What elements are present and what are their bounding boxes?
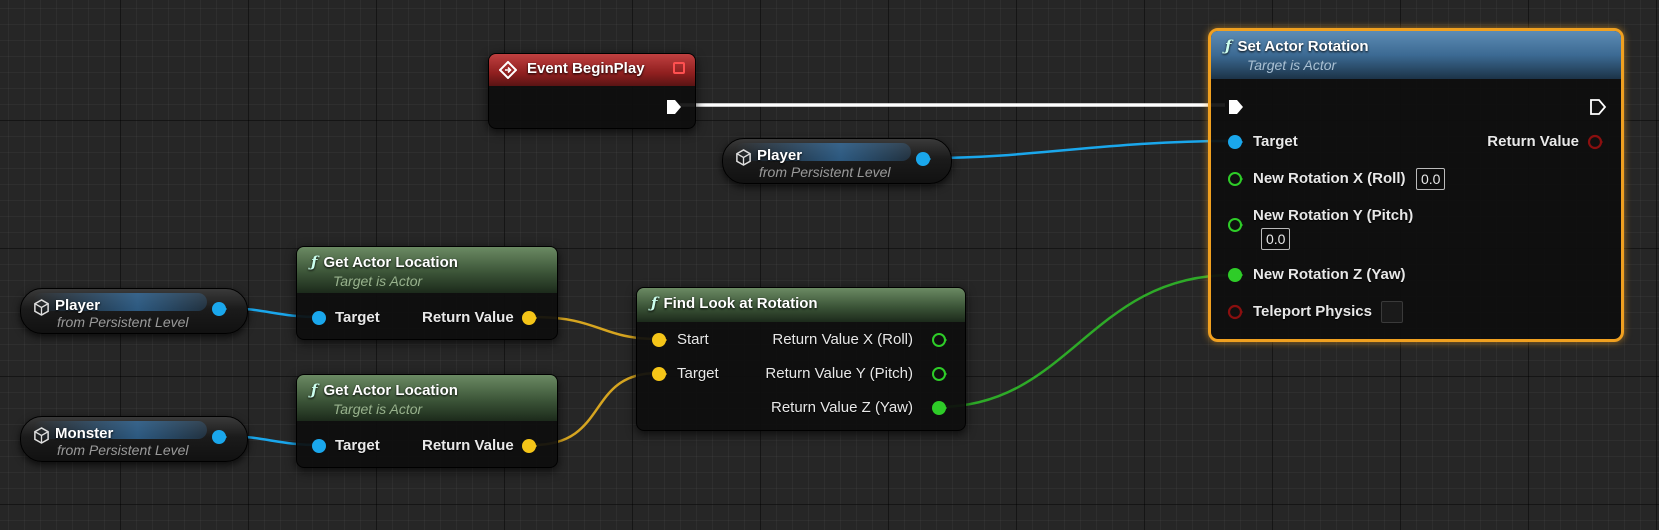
pin-label-return-y: Return Value Y (Pitch) [765,365,913,382]
node-subtitle: Target is Actor [333,273,423,289]
target-in-pin[interactable] [311,438,327,454]
pin-label-target: Target [1253,133,1298,150]
event-begin-play-node[interactable]: Event BeginPlay [488,53,696,129]
teleport-in-pin[interactable] [1227,304,1243,320]
pin-label-target: Target [677,365,719,382]
function-icon: ƒ [311,381,318,399]
monster-reference-node[interactable]: Monster from Persistent Level [20,416,248,462]
actor-subtitle: from Persistent Level [57,314,189,330]
object-out-pin[interactable] [915,151,931,167]
stop-icon[interactable] [673,62,685,74]
player-reference-node-top[interactable]: Player from Persistent Level [722,138,952,184]
object-out-pin[interactable] [211,429,227,445]
node-subtitle: Target is Actor [1247,57,1337,73]
actor-cube-icon [34,427,49,444]
wire-yaw-to-rotation-z[interactable] [937,273,1233,409]
teleport-physics-checkbox[interactable] [1381,301,1403,323]
bool-out-pin[interactable] [1587,134,1603,150]
pin-label-return: Return Value [422,309,514,326]
actor-subtitle: from Persistent Level [759,164,891,180]
node-title: Get Actor Location [323,382,458,399]
function-icon: ƒ [311,253,318,271]
pin-label-target: Target [335,309,380,326]
find-look-at-rotation-node[interactable]: ƒ Find Look at Rotation Start Target Retu… [636,287,966,431]
float-out-pin-z[interactable] [931,400,947,416]
pin-label-target: Target [335,437,380,454]
pin-label-rotation-x: New Rotation X (Roll) [1253,170,1406,187]
pin-label-return-x: Return Value X (Roll) [772,331,913,348]
rotation-y-in-pin[interactable] [1227,217,1243,233]
float-out-pin-y[interactable] [931,366,947,382]
vector-out-pin[interactable] [521,438,537,454]
actor-cube-icon [34,299,49,316]
exec-in-pin[interactable] [1227,98,1245,116]
actor-name: Player [757,147,803,164]
set-actor-rotation-node[interactable]: ƒ Set Actor Rotation Target is Actor Targ… [1208,28,1624,342]
node-title: Set Actor Rotation [1237,38,1369,55]
node-title: Get Actor Location [323,254,458,271]
pin-label-return-z: Return Value Z (Yaw) [771,399,913,416]
node-subtitle: Target is Actor [333,401,423,417]
rotation-z-in-pin[interactable] [1227,267,1243,283]
player-reference-node-left[interactable]: Player from Persistent Level [20,288,248,334]
start-in-pin[interactable] [651,332,667,348]
actor-name: Monster [55,425,114,442]
node-header: ƒ Find Look at Rotation [637,288,965,322]
float-out-pin-x[interactable] [931,332,947,348]
wire-player-to-set-target[interactable] [932,139,1231,160]
node-title: Find Look at Rotation [663,295,818,312]
node-title: Event BeginPlay [527,60,645,77]
actor-subtitle: from Persistent Level [57,442,189,458]
node-header: ƒ Get Actor Location Target is Actor [297,247,557,293]
pin-label-rotation-z: New Rotation Z (Yaw) [1253,266,1406,283]
get-actor-location-node-2[interactable]: ƒ Get Actor Location Target is Actor Targ… [296,374,558,468]
pin-label-teleport-physics: Teleport Physics [1253,303,1372,320]
pin-label-return: Return Value [422,437,514,454]
actor-name: Player [55,297,101,314]
actor-cube-icon [736,149,751,166]
target-in-pin[interactable] [1227,134,1243,150]
node-header: Event BeginPlay [489,54,695,86]
exec-out-pin[interactable] [1589,98,1607,116]
node-header: ƒ Get Actor Location Target is Actor [297,375,557,421]
event-diamond-icon [499,61,517,79]
rotation-y-value-field[interactable]: 0.0 [1261,228,1291,250]
vector-out-pin[interactable] [521,310,537,326]
exec-out-pin[interactable] [665,98,683,116]
target-in-pin[interactable] [651,366,667,382]
get-actor-location-node-1[interactable]: ƒ Get Actor Location Target is Actor Targ… [296,246,558,340]
target-in-pin[interactable] [311,310,327,326]
function-icon: ƒ [651,294,658,312]
pin-label-return-value: Return Value [1487,133,1579,150]
pin-label-rotation-y: New Rotation Y (Pitch) [1253,207,1414,224]
rotation-x-in-pin[interactable] [1227,171,1243,187]
object-out-pin[interactable] [211,301,227,317]
node-header: ƒ Set Actor Rotation Target is Actor [1211,31,1621,79]
function-icon: ƒ [1225,37,1232,55]
rotation-x-value-field[interactable]: 0.0 [1416,168,1446,190]
pin-label-start: Start [677,331,709,348]
